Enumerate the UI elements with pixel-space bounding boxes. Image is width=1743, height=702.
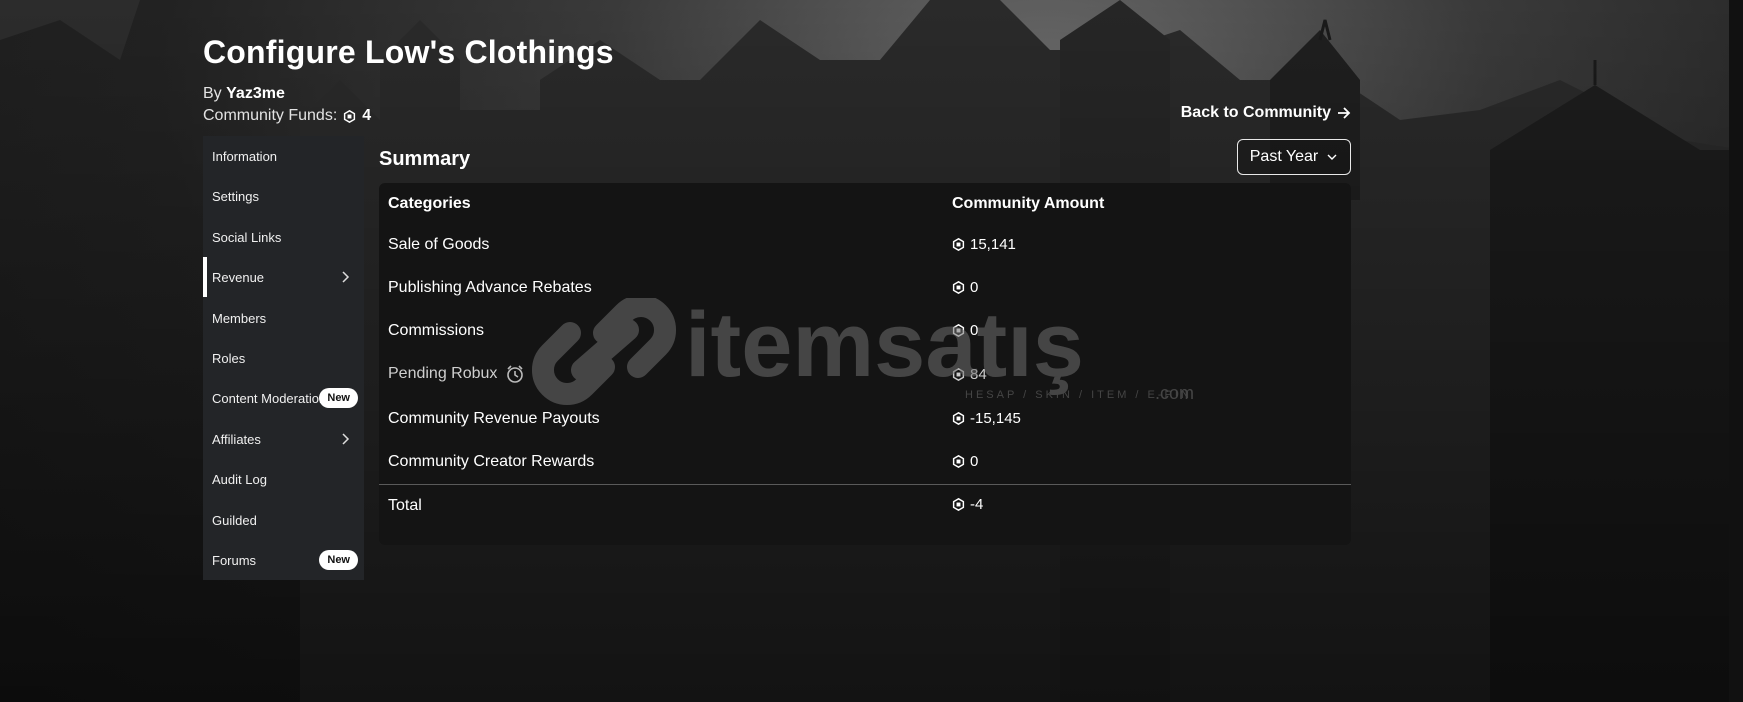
sidebar-item-label: Settings: [212, 188, 259, 204]
new-badge: New: [319, 550, 358, 570]
alarm-clock-icon[interactable]: [505, 364, 525, 384]
chevron-down-icon: [1327, 154, 1337, 160]
sidebar-item-information[interactable]: Information: [203, 136, 364, 176]
sidebar-item-label: Forums: [212, 552, 257, 568]
column-header-categories: Categories: [388, 195, 471, 212]
sidebar-item-forums[interactable]: Forums New: [203, 540, 364, 580]
robux-icon: [952, 412, 965, 425]
chevron-right-icon: [342, 433, 350, 445]
robux-icon: [952, 281, 965, 294]
back-label: Back to Community: [1180, 104, 1331, 121]
amount-value: -15,145: [970, 410, 1021, 427]
sidebar-item-revenue[interactable]: Revenue: [203, 257, 364, 297]
robux-icon: [344, 109, 356, 123]
sidebar-item-settings[interactable]: Settings: [203, 176, 364, 216]
total-label: Total: [388, 497, 422, 514]
table-row-label: Pending Robux: [388, 365, 498, 382]
table-row-label: Community Revenue Payouts: [388, 410, 600, 427]
amount-value: -4: [970, 496, 984, 513]
sidebar-item-label: Revenue: [212, 269, 265, 285]
sidebar-item-label: Social Links: [212, 229, 282, 245]
page-title: Configure Low's Clothings: [203, 34, 614, 70]
sidebar-item-label: Roles: [212, 350, 246, 366]
by-prefix: By: [203, 85, 222, 102]
table-row-amount: 15,141: [952, 236, 1016, 253]
table-row-label: Community Creator Rewards: [388, 453, 595, 470]
sidebar-item-audit-log[interactable]: Audit Log: [203, 459, 364, 499]
chevron-right-icon: [342, 271, 350, 283]
table-row-label: Sale of Goods: [388, 236, 490, 253]
total-amount: -4: [952, 496, 983, 513]
sidebar-item-social-links[interactable]: Social Links: [203, 217, 364, 257]
funds-label: Community Funds:: [203, 107, 338, 124]
sidebar-item-label: Guilded: [212, 512, 257, 528]
robux-icon: [952, 238, 965, 251]
robux-icon: [952, 324, 965, 337]
amount-value: 15,141: [970, 236, 1016, 253]
table-row-label: Publishing Advance Rebates: [388, 279, 592, 296]
sidebar-item-content-moderation[interactable]: Content Moderation New: [203, 378, 364, 418]
total-divider: [379, 484, 1351, 485]
sidebar-item-roles[interactable]: Roles: [203, 338, 364, 378]
amount-value: 0: [970, 279, 979, 296]
period-dropdown[interactable]: Past Year: [1237, 139, 1351, 175]
sidebar-item-label: Information: [212, 148, 278, 164]
sidebar-item-affiliates[interactable]: Affiliates: [203, 419, 364, 459]
amount-value: 84: [970, 366, 987, 383]
amount-value: 0: [970, 322, 979, 339]
table-row-amount: 0: [952, 453, 978, 470]
active-indicator: [203, 257, 207, 297]
sidebar-item-label: Content Moderation: [212, 390, 327, 406]
column-header-community-amount: Community Amount: [952, 195, 1105, 212]
sidebar-item-members[interactable]: Members: [203, 298, 364, 338]
sidebar-item-label: Audit Log: [212, 471, 267, 487]
sidebar-item-label: Members: [212, 310, 267, 326]
table-row-amount: 0: [952, 322, 978, 339]
robux-icon: [952, 455, 965, 468]
table-row-amount: 0: [952, 279, 978, 296]
owner-line: By Yaz3me: [203, 85, 285, 103]
revenue-summary-table: Categories Community Amount Sale of Good…: [379, 183, 1351, 545]
new-badge: New: [319, 388, 358, 408]
amount-value: 0: [970, 453, 979, 470]
summary-heading: Summary: [379, 148, 471, 170]
table-row-label: Commissions: [388, 322, 485, 339]
table-row-amount: 84: [952, 366, 987, 383]
community-funds: Community Funds: 4: [203, 107, 371, 125]
funds-value: 4: [362, 107, 372, 124]
sidebar-item-label: Affiliates: [212, 431, 261, 447]
owner-link[interactable]: Yaz3me: [226, 85, 285, 102]
robux-icon: [952, 498, 965, 511]
table-row-amount: -15,145: [952, 410, 1021, 427]
robux-icon: [952, 368, 965, 381]
sidebar-item-guilded[interactable]: Guilded: [203, 500, 364, 540]
period-value: Past Year: [1249, 148, 1319, 165]
arrow-right-icon: [1338, 107, 1351, 119]
sidebar-nav: Information Settings Social Links Revenu…: [203, 136, 364, 580]
scroll-gutter: [1729, 0, 1743, 702]
table-row-pending: Pending Robux: [388, 364, 525, 384]
configure-page: Configure Low's Clothings By Yaz3me Comm…: [203, 0, 1351, 702]
back-to-community-link[interactable]: Back to Community: [1181, 104, 1351, 122]
